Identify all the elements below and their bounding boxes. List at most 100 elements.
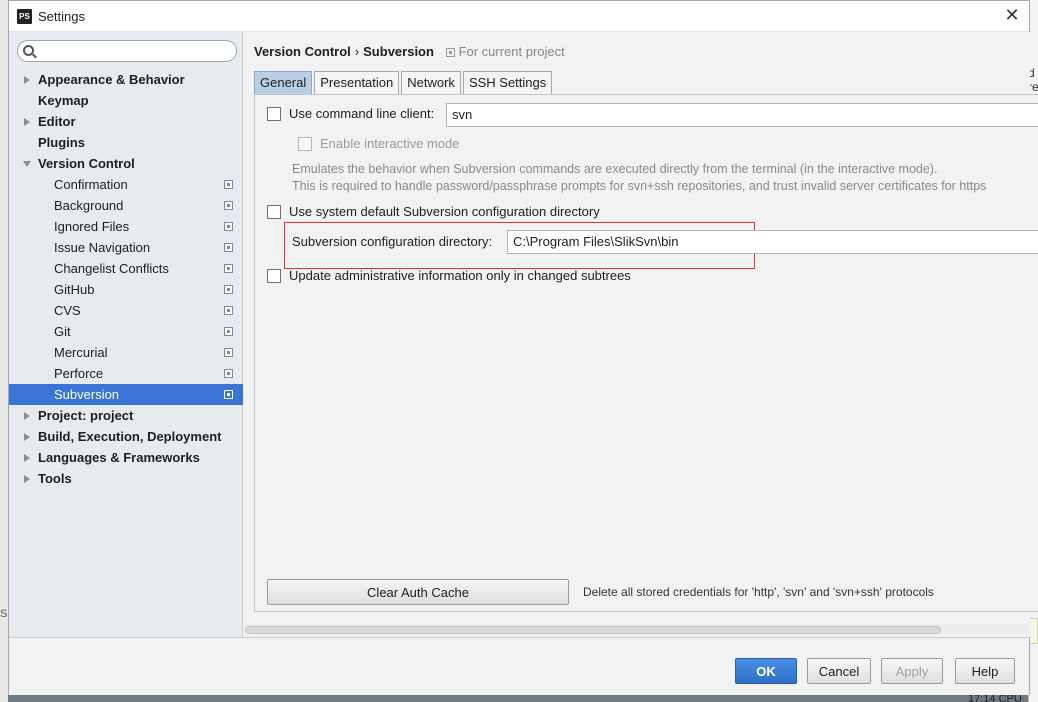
auth-cache-row: Clear Auth Cache Delete all stored crede… bbox=[267, 579, 934, 605]
project-scope-icon bbox=[224, 306, 233, 315]
tree-item-label: Appearance & Behavior bbox=[38, 72, 185, 87]
tree-item-plugins[interactable]: Plugins bbox=[9, 132, 243, 153]
interactive-mode-description-line2: This is required to handle password/pass… bbox=[292, 179, 987, 193]
help-button[interactable]: Help bbox=[955, 658, 1015, 684]
apply-button[interactable]: Apply bbox=[881, 658, 943, 684]
tab-bar: General Presentation Network SSH Setting… bbox=[254, 71, 554, 95]
ok-button[interactable]: OK bbox=[735, 658, 797, 684]
expand-arrow-icon[interactable] bbox=[24, 412, 30, 420]
collapse-arrow-icon[interactable] bbox=[23, 161, 31, 167]
tree-item-label: Plugins bbox=[38, 135, 85, 150]
project-scope-icon bbox=[224, 264, 233, 273]
dialog-footer: OK Cancel Apply Help bbox=[9, 637, 1029, 695]
breadcrumb-separator: › bbox=[354, 44, 360, 59]
interactive-mode-checkbox[interactable] bbox=[298, 136, 312, 151]
tree-item-label: Build, Execution, Deployment bbox=[38, 429, 222, 444]
tree-item-label: Git bbox=[54, 324, 71, 339]
tree-item-github[interactable]: GitHub bbox=[9, 279, 243, 300]
interactive-mode-label: Enable interactive mode bbox=[320, 136, 460, 151]
tree-item-ignored-files[interactable]: Ignored Files bbox=[9, 216, 243, 237]
tree-item-label: GitHub bbox=[54, 282, 95, 297]
tree-item-build[interactable]: Build, Execution, Deployment bbox=[9, 426, 243, 447]
tree-item-subversion[interactable]: Subversion bbox=[9, 384, 243, 405]
expand-arrow-icon[interactable] bbox=[24, 433, 30, 441]
tree-item-issue-navigation[interactable]: Issue Navigation bbox=[9, 237, 243, 258]
tree-item-label: Subversion bbox=[54, 387, 120, 402]
tree-item-confirmation[interactable]: Confirmation bbox=[9, 174, 243, 195]
tab-presentation[interactable]: Presentation bbox=[314, 71, 400, 94]
interactive-mode-description-line1: Emulates the behavior when Subversion co… bbox=[292, 162, 938, 176]
use-cmd-client-checkbox[interactable] bbox=[267, 106, 281, 121]
update-admin-checkbox[interactable] bbox=[267, 268, 281, 283]
tab-ssh-settings[interactable]: SSH Settings bbox=[462, 71, 553, 94]
tree-item-label: Editor bbox=[38, 114, 76, 129]
expand-arrow-icon[interactable] bbox=[24, 118, 30, 126]
tree-item-tools[interactable]: Tools bbox=[9, 468, 243, 489]
general-tab-panel: Use command line client: svn Enable inte… bbox=[254, 94, 1038, 612]
cmd-client-path-input[interactable]: svn bbox=[446, 103, 1038, 127]
settings-content: Version Control › Subversion For current p… bbox=[244, 32, 1038, 637]
tree-item-project[interactable]: Project: project bbox=[9, 405, 243, 426]
use-cmd-client-label: Use command line client: bbox=[289, 106, 435, 121]
tree-item-version-control[interactable]: Version Control bbox=[9, 153, 243, 174]
title-bar: PS Settings ✕ bbox=[9, 1, 1029, 32]
project-scope-icon bbox=[224, 390, 233, 399]
project-scope-icon bbox=[224, 285, 233, 294]
project-scope-icon bbox=[224, 348, 233, 357]
use-system-default-checkbox[interactable] bbox=[267, 204, 281, 219]
tree-item-keymap[interactable]: Keymap bbox=[9, 90, 243, 111]
tree-item-git[interactable]: Git bbox=[9, 321, 243, 342]
window-title: Settings bbox=[38, 8, 85, 24]
clear-auth-cache-description: Delete all stored credentials for 'http'… bbox=[583, 585, 934, 599]
tree-item-label: Changelist Conflicts bbox=[54, 261, 169, 276]
tree-item-mercurial[interactable]: Mercurial bbox=[9, 342, 243, 363]
tab-network[interactable]: Network bbox=[401, 71, 461, 94]
project-scope-icon bbox=[445, 48, 455, 57]
tree-item-label: Confirmation bbox=[54, 177, 128, 192]
expand-arrow-icon[interactable] bbox=[24, 76, 30, 84]
use-system-default-label: Use system default Subversion configurat… bbox=[289, 204, 600, 219]
config-dir-row: Subversion configuration directory: bbox=[292, 234, 492, 249]
use-system-default-row: Use system default Subversion configurat… bbox=[267, 204, 600, 219]
use-cmd-client-row: Use command line client: bbox=[267, 106, 434, 121]
settings-dialog: PS Settings ✕ Appearance & Behavior Keym… bbox=[8, 0, 1038, 695]
tree-item-background[interactable]: Background bbox=[9, 195, 243, 216]
tree-item-label: Version Control bbox=[38, 156, 135, 171]
tree-item-cvs[interactable]: CVS bbox=[9, 300, 243, 321]
scrollbar-thumb[interactable] bbox=[245, 626, 941, 634]
expand-arrow-icon[interactable] bbox=[24, 475, 30, 483]
tree-item-label: Keymap bbox=[38, 93, 89, 108]
tree-item-label: Project: project bbox=[38, 408, 134, 423]
config-dir-input[interactable]: C:\Program Files\SlikSvn\bin bbox=[507, 230, 1038, 254]
config-dir-label: Subversion configuration directory: bbox=[292, 234, 493, 249]
project-scope-icon bbox=[224, 201, 233, 210]
scope-note: For current project bbox=[445, 44, 565, 59]
expand-arrow-icon[interactable] bbox=[24, 454, 30, 462]
tree-item-perforce[interactable]: Perforce bbox=[9, 363, 243, 384]
tree-item-label: Mercurial bbox=[54, 345, 108, 360]
horizontal-scrollbar[interactable] bbox=[245, 624, 1029, 634]
breadcrumb: Version Control › Subversion For current p… bbox=[254, 44, 565, 59]
close-icon[interactable]: ✕ bbox=[1001, 5, 1023, 27]
breadcrumb-current: Subversion bbox=[363, 44, 434, 59]
project-scope-icon bbox=[224, 180, 233, 189]
tree-item-languages[interactable]: Languages & Frameworks bbox=[9, 447, 243, 468]
tree-item-changelist-conflicts[interactable]: Changelist Conflicts bbox=[9, 258, 243, 279]
update-admin-row: Update administrative information only i… bbox=[267, 268, 631, 283]
tree-item-label: CVS bbox=[54, 303, 81, 318]
tree-item-label: Languages & Frameworks bbox=[38, 450, 200, 465]
tab-general[interactable]: General bbox=[254, 71, 313, 94]
scope-note-label: For current project bbox=[458, 44, 565, 59]
clear-auth-cache-button[interactable]: Clear Auth Cache bbox=[267, 579, 569, 605]
search-box[interactable] bbox=[17, 40, 237, 62]
tree-item-appearance[interactable]: Appearance & Behavior bbox=[9, 69, 243, 90]
search-input[interactable] bbox=[38, 43, 228, 59]
tree-item-label: Background bbox=[54, 198, 124, 213]
project-scope-icon bbox=[224, 369, 233, 378]
project-scope-icon bbox=[224, 222, 233, 231]
breadcrumb-parent[interactable]: Version Control bbox=[254, 44, 351, 59]
tree-item-editor[interactable]: Editor bbox=[9, 111, 243, 132]
cancel-button[interactable]: Cancel bbox=[807, 658, 871, 684]
tree-item-label: Ignored Files bbox=[54, 219, 130, 234]
project-scope-icon bbox=[224, 243, 233, 252]
